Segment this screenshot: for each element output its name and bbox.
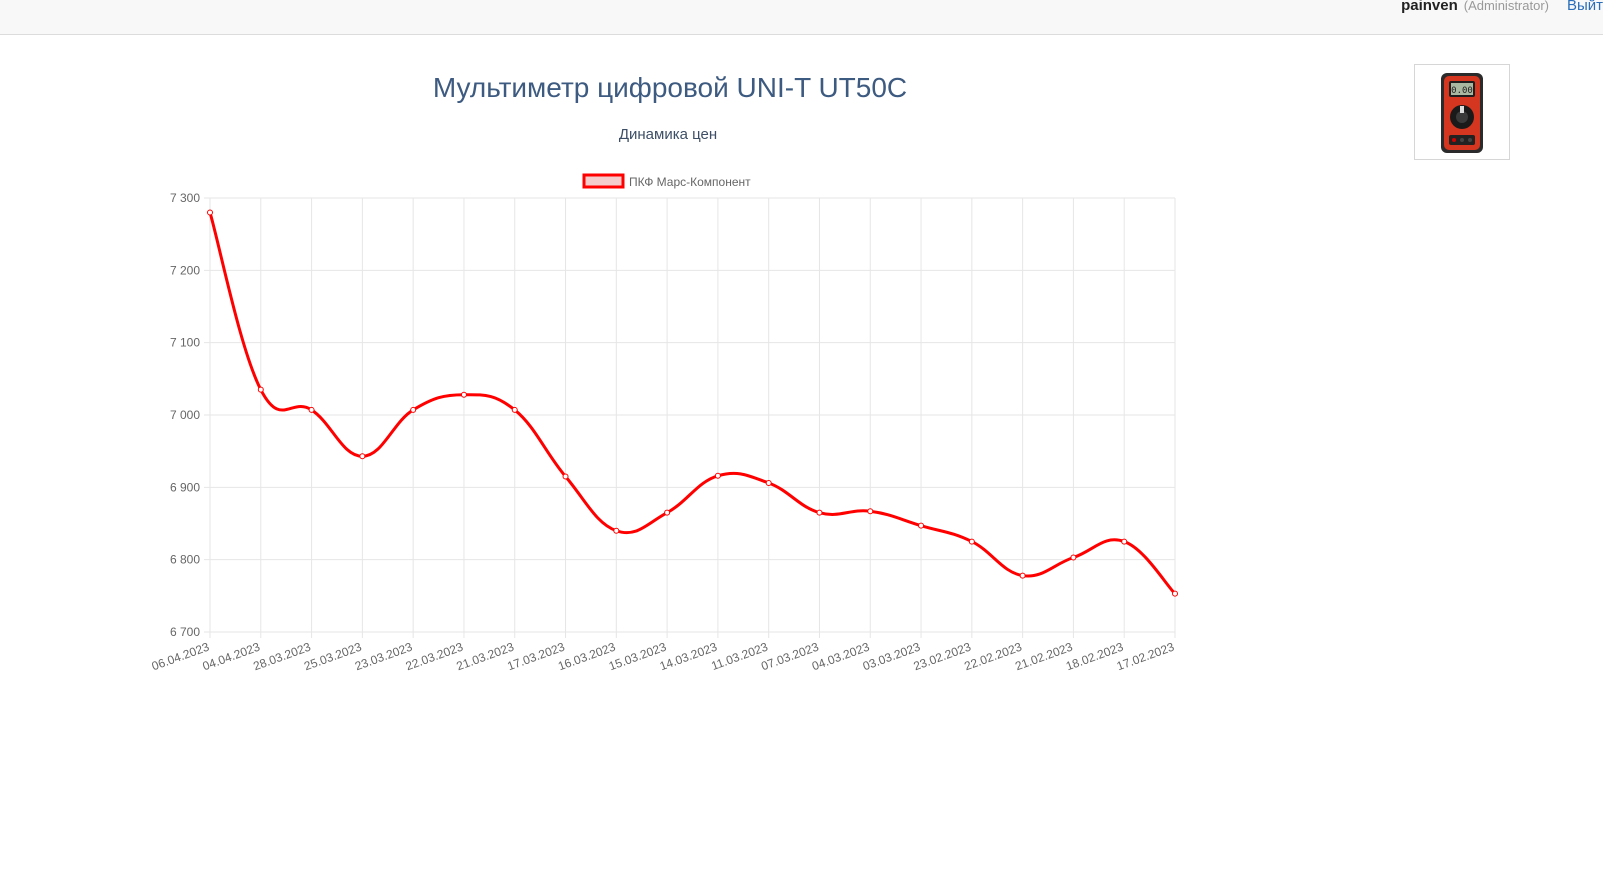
x-tick-label: 14.03.2023 — [658, 640, 720, 674]
data-point[interactable] — [714, 472, 721, 479]
x-tick-label: 22.02.2023 — [962, 640, 1024, 674]
y-tick-label: 7 300 — [170, 191, 200, 205]
chart-legend[interactable]: ПКФ Марс-Компонент — [582, 173, 751, 189]
data-point[interactable] — [410, 406, 417, 413]
x-tick-label: 16.03.2023 — [556, 640, 618, 674]
legend-swatch — [582, 173, 625, 189]
series-line — [208, 212, 1177, 595]
y-axis: 7 300 7 200 7 100 7 000 6 900 6 800 6 700 — [170, 191, 200, 639]
x-tick-label: 17.03.2023 — [505, 640, 567, 674]
x-tick-label: 21.02.2023 — [1013, 640, 1075, 674]
x-tick-label: 22.03.2023 — [404, 640, 466, 674]
y-tick-label: 6 700 — [170, 625, 200, 639]
y-tick-label: 7 200 — [170, 263, 200, 277]
data-point[interactable] — [664, 509, 671, 516]
x-tick-label: 18.02.2023 — [1064, 640, 1126, 674]
legend-label: ПКФ Марс-Компонент — [629, 175, 751, 189]
x-tick-label: 06.04.2023 — [150, 640, 212, 674]
chart-title: Динамика цен — [619, 126, 717, 143]
data-point[interactable] — [867, 508, 874, 515]
data-point[interactable] — [816, 509, 823, 516]
x-tick-label: 17.02.2023 — [1115, 640, 1177, 674]
y-tick-label: 7 000 — [170, 408, 200, 422]
x-tick-label: 28.03.2023 — [251, 640, 313, 674]
x-tick-label: 25.03.2023 — [302, 640, 364, 674]
data-point[interactable] — [1070, 554, 1077, 561]
x-axis: 06.04.202304.04.202328.03.202325.03.2023… — [150, 640, 1177, 674]
data-point[interactable] — [460, 391, 467, 398]
data-point[interactable] — [1121, 538, 1128, 545]
data-point[interactable] — [1019, 572, 1026, 579]
x-tick-label: 15.03.2023 — [607, 640, 669, 674]
data-point[interactable] — [1172, 590, 1178, 597]
data-point[interactable] — [308, 406, 315, 413]
data-point[interactable] — [257, 386, 264, 393]
x-tick-label: 07.03.2023 — [759, 640, 821, 674]
price-chart: Динамика цен ПКФ Марс-Компонент 7 300 7 2… — [150, 126, 1178, 674]
x-tick-label: 23.02.2023 — [912, 640, 974, 674]
x-tick-label: 03.03.2023 — [861, 640, 923, 674]
data-point[interactable] — [359, 453, 366, 460]
x-tick-label: 04.04.2023 — [201, 640, 263, 674]
chart-grid — [204, 197, 1176, 638]
data-point[interactable] — [511, 406, 518, 413]
y-tick-label: 6 800 — [170, 553, 200, 567]
y-tick-label: 7 100 — [170, 336, 200, 350]
data-point[interactable] — [765, 479, 772, 486]
y-tick-label: 6 900 — [170, 480, 200, 494]
x-tick-label: 21.03.2023 — [455, 640, 517, 674]
series-layer — [207, 209, 1178, 597]
data-point[interactable] — [207, 209, 213, 216]
data-point[interactable] — [918, 522, 925, 529]
data-point[interactable] — [968, 538, 975, 545]
x-tick-label: 11.03.2023 — [709, 640, 770, 674]
data-point[interactable] — [562, 473, 569, 480]
data-point[interactable] — [613, 527, 620, 534]
x-tick-label: 23.03.2023 — [353, 640, 415, 674]
x-tick-label: 04.03.2023 — [810, 640, 872, 674]
